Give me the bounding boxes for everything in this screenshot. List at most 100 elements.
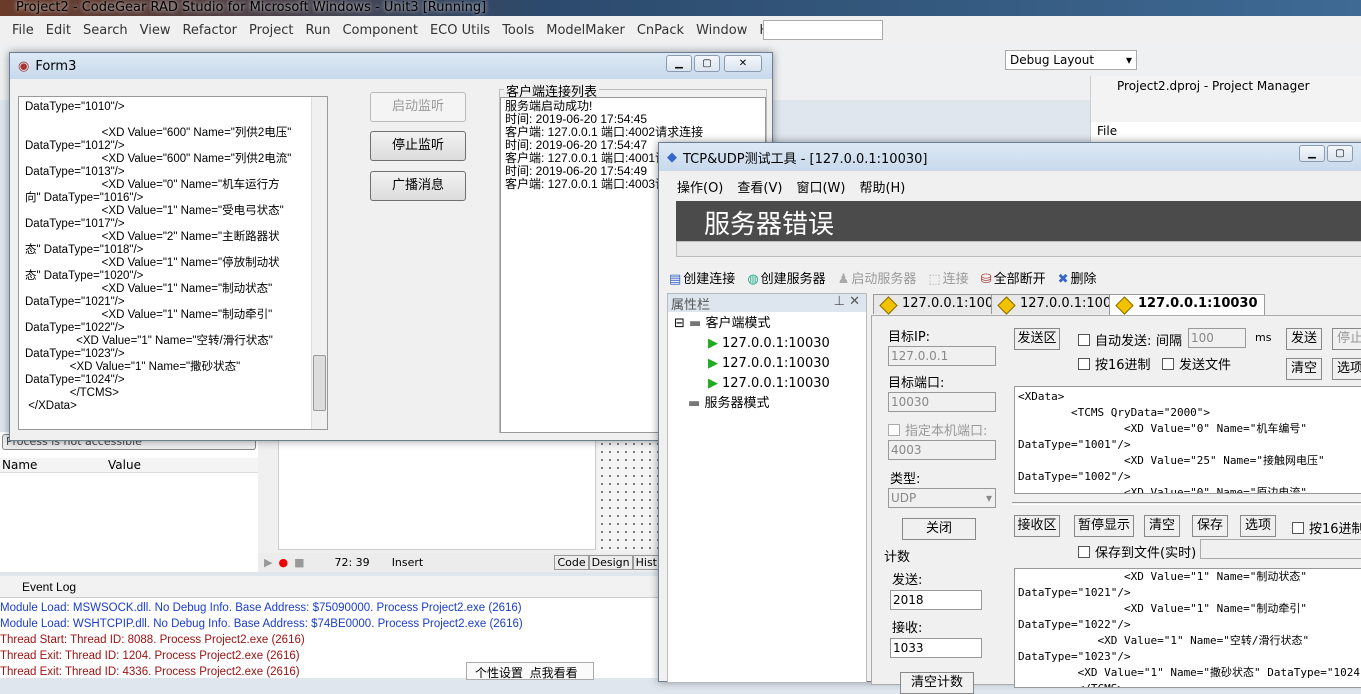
tree-server-mode[interactable]: ▬ 服务器模式: [674, 394, 860, 414]
tcp-tool-window: ◆ TCP&UDP测试工具 - [127.0.0.1:10030] ▁ ▢ 操作(…: [658, 142, 1361, 694]
banner-scrollbar[interactable]: [676, 241, 1361, 257]
interval-input[interactable]: 100: [1188, 328, 1246, 348]
tab-history[interactable]: Hist: [632, 555, 660, 570]
save-button[interactable]: 保存: [1192, 515, 1228, 537]
tree-client-item[interactable]: ▶ 127.0.0.1:10030: [674, 374, 860, 394]
toolbar-button[interactable]: ◍ 创建服务器: [747, 268, 825, 287]
stop-icon[interactable]: ■: [294, 556, 304, 569]
close-connection-button[interactable]: 关闭: [902, 518, 976, 540]
send-area-button[interactable]: 发送区: [1014, 328, 1060, 350]
stop-button[interactable]: 停止: [1332, 328, 1361, 350]
form-designer-grid: [598, 432, 660, 550]
stop-listen-button[interactable]: 停止监听: [370, 131, 466, 161]
splitter[interactable]: [1012, 502, 1361, 505]
menu-item[interactable]: ModelMaker: [540, 23, 631, 38]
menu-item[interactable]: Run: [300, 23, 337, 38]
target-port-input[interactable]: 10030: [888, 392, 996, 412]
tab-design[interactable]: Design: [588, 555, 633, 570]
menu-item[interactable]: View: [134, 23, 177, 38]
menu-item[interactable]: File: [6, 23, 40, 38]
menu-item[interactable]: CnPack: [631, 23, 690, 38]
collapse-icon[interactable]: ⊟: [674, 316, 685, 331]
xml-memo[interactable]: DataType="1010"/> <XD Value="600" Name="…: [18, 96, 328, 430]
menu-item[interactable]: 帮助(H): [859, 177, 905, 196]
send-file-checkbox[interactable]: 发送文件: [1162, 354, 1231, 373]
send-textarea[interactable]: <XData> <TCMS QryData="2000"> <XD Value=…: [1014, 386, 1361, 494]
checkbox[interactable]: [1292, 522, 1304, 534]
recv-textarea[interactable]: <XD Value="1" Name="制动状态" DataType="1021…: [1014, 568, 1361, 688]
menu-item[interactable]: Project: [243, 23, 299, 38]
tree-client-item[interactable]: ▶ 127.0.0.1:10030: [674, 334, 860, 354]
local-port-checkbox[interactable]: 指定本机端口:: [888, 420, 987, 439]
scrollbar-thumb[interactable]: [313, 355, 326, 411]
pin-close-icons[interactable]: ⊥ ✕: [834, 294, 860, 309]
menu-item[interactable]: 窗口(W): [796, 177, 845, 196]
save-file-path[interactable]: [1200, 539, 1361, 559]
ide-combo[interactable]: [763, 20, 883, 40]
new-connection-icon: ▤: [669, 271, 682, 287]
sent-label: 发送:: [892, 573, 923, 588]
type-select[interactable]: UDP ▾: [888, 488, 996, 508]
minimize-button[interactable]: ▁: [1299, 145, 1325, 162]
start-listen-button[interactable]: 启动监听: [370, 92, 466, 122]
menu-item[interactable]: Tools: [496, 23, 540, 38]
toolbar-label: 连接: [942, 271, 969, 287]
code-editor[interactable]: [278, 432, 596, 550]
auto-send-checkbox[interactable]: 自动发送:: [1078, 330, 1151, 349]
send-options-button[interactable]: 选项: [1332, 358, 1361, 380]
memo-scrollbar[interactable]: [311, 97, 327, 429]
memo-text: DataType="1010"/> <XD Value="600" Name="…: [25, 101, 292, 412]
menu-item[interactable]: 查看(V): [737, 177, 782, 196]
connection-tab[interactable]: 127.0.0.1:10030: [1109, 294, 1265, 316]
menu-item[interactable]: Edit: [40, 23, 77, 38]
record-icon[interactable]: ●: [278, 556, 288, 569]
target-port-label: 目标端口:: [888, 376, 945, 391]
clear-recv-button[interactable]: 清空: [1144, 515, 1180, 537]
toolbar-button[interactable]: ✖ 删除: [1058, 268, 1097, 287]
send-button[interactable]: 发送: [1286, 328, 1322, 350]
clear-count-button[interactable]: 清空计数: [900, 672, 974, 694]
column-value[interactable]: Value: [108, 458, 141, 472]
pause-display-button[interactable]: 暂停显示: [1074, 515, 1134, 537]
tree-label: 服务器模式: [704, 396, 770, 411]
menu-item[interactable]: Search: [77, 23, 134, 38]
maximize-button[interactable]: ▢: [694, 55, 720, 72]
toolbar-button[interactable]: ⬚ 连接: [928, 268, 968, 287]
close-button[interactable]: ✕: [724, 55, 762, 72]
hex-recv-checkbox[interactable]: 按16进制: [1292, 518, 1361, 537]
layout-select[interactable]: Debug Layout ▾: [1005, 50, 1137, 70]
minimize-button[interactable]: ▁: [666, 55, 692, 72]
recv-options-button[interactable]: 选项: [1240, 515, 1276, 537]
tree-client-mode[interactable]: ⊟ ▬ 客户端模式: [674, 314, 860, 334]
menu-item[interactable]: Component: [336, 23, 423, 38]
menu-item[interactable]: Window: [690, 23, 753, 38]
delete-icon: ✖: [1057, 271, 1069, 287]
tree-client-item[interactable]: ▶ 127.0.0.1:10030: [674, 354, 860, 374]
toolbar-button[interactable]: ⛁ 全部断开: [981, 268, 1046, 287]
checkbox-checked[interactable]: [888, 424, 900, 436]
personalize-popup[interactable]: 个性设置 点我看看: [466, 662, 594, 680]
tab-code[interactable]: Code: [554, 555, 589, 570]
broadcast-button[interactable]: 广播消息: [370, 171, 466, 201]
clear-send-button[interactable]: 清空: [1286, 358, 1322, 380]
toolbar-label: 全部断开: [993, 271, 1046, 287]
hex-send-checkbox[interactable]: 按16进制: [1078, 354, 1151, 373]
checkbox[interactable]: [1078, 358, 1090, 370]
column-name[interactable]: Name: [0, 458, 108, 472]
checkbox[interactable]: [1162, 358, 1174, 370]
checkbox[interactable]: [1078, 546, 1090, 558]
recv-area-button[interactable]: 接收区: [1014, 515, 1060, 537]
maximize-button[interactable]: ▢: [1327, 145, 1353, 162]
save-file-checkbox[interactable]: 保存到文件(实时): [1078, 542, 1196, 561]
toolbar-button[interactable]: ♟ 启动服务器: [838, 268, 917, 287]
local-port-input[interactable]: 4003: [888, 440, 996, 460]
menu-item[interactable]: Refactor: [176, 23, 243, 38]
checkbox[interactable]: [1078, 334, 1090, 346]
save-file-label: 保存到文件(实时): [1095, 546, 1197, 561]
watch-panel: Process is not accessible Name Value: [0, 432, 258, 572]
run-icon[interactable]: ▶: [264, 556, 272, 569]
target-ip-input[interactable]: 127.0.0.1: [888, 346, 996, 366]
toolbar-button[interactable]: ▤ 创建连接: [669, 268, 735, 287]
menu-item[interactable]: 操作(O): [677, 177, 723, 196]
menu-item[interactable]: ECO Utils: [424, 23, 496, 38]
